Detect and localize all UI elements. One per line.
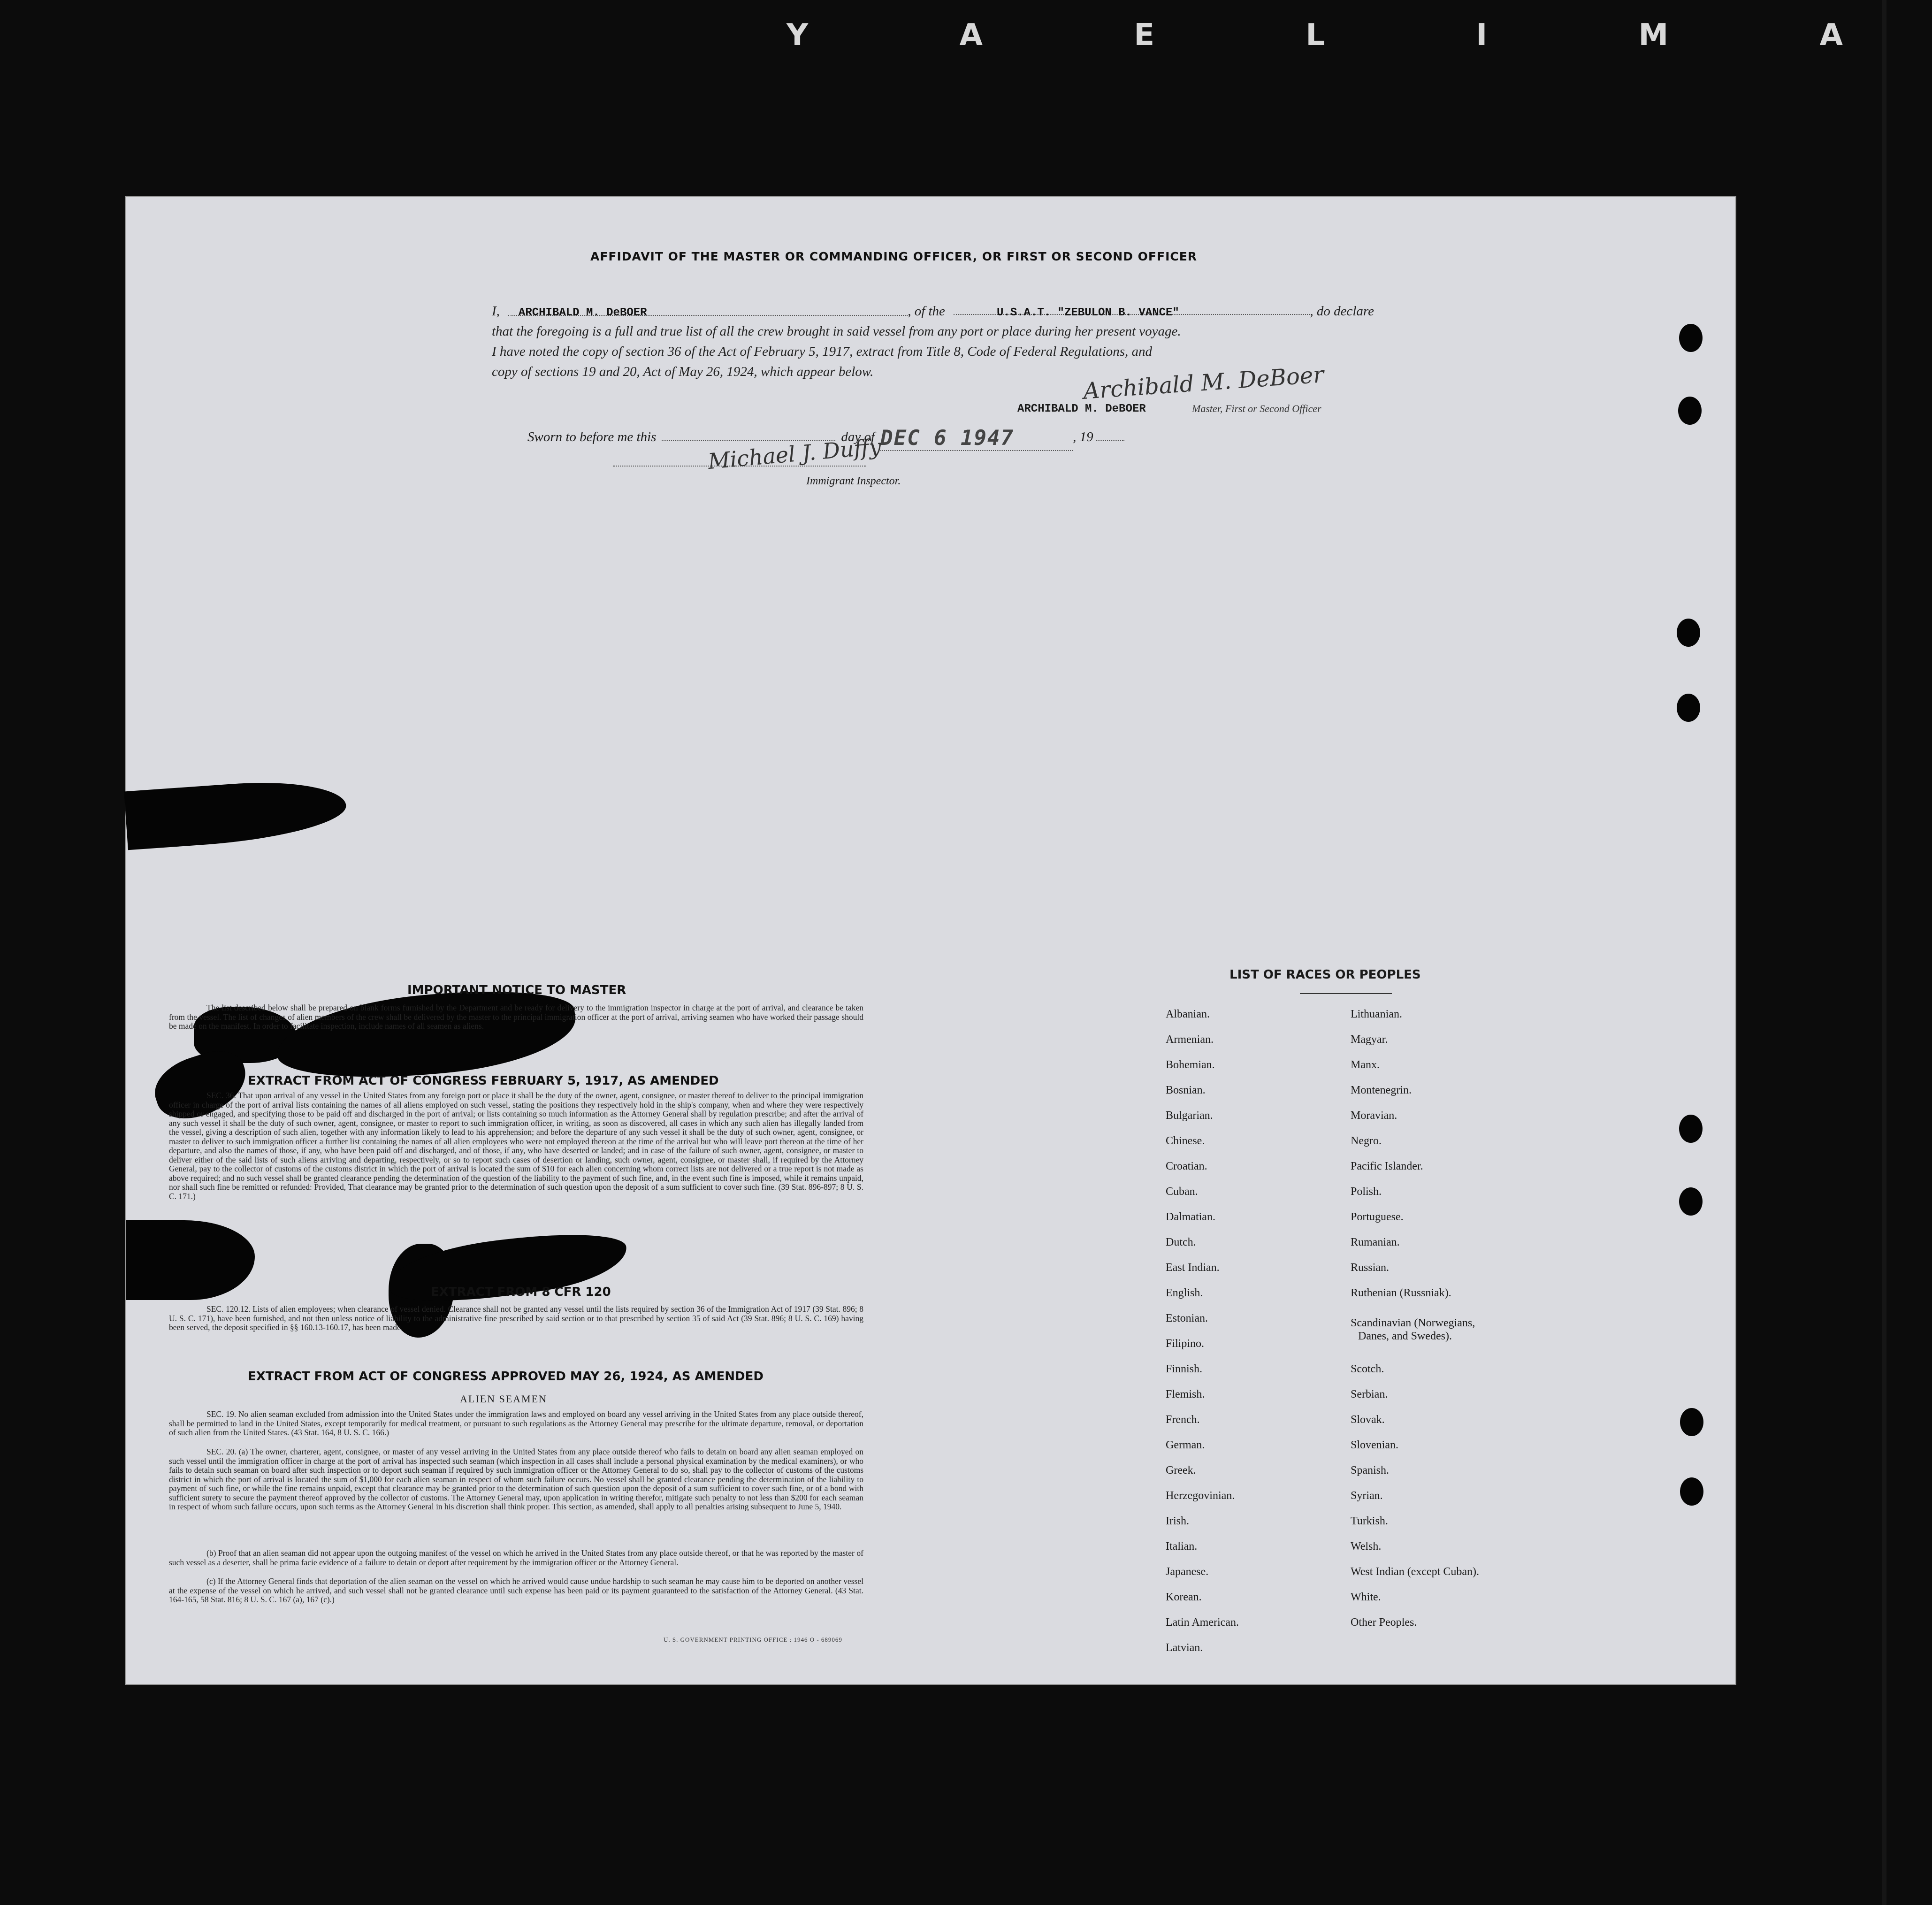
race-item: Lithuanian. [1351, 1008, 1402, 1020]
race-item: Japanese. [1166, 1566, 1209, 1578]
sworn-date-field: DEC 6 1947 [880, 426, 1073, 451]
inspector-label: Immigrant Inspector. [806, 475, 901, 487]
race-item: Chinese. [1166, 1135, 1205, 1147]
act-1917-text: SEC. 36. That upon arrival of any vessel… [169, 1091, 863, 1201]
notice-text: The list described below shall be prepar… [169, 1003, 863, 1031]
race-item: Other Peoples. [1351, 1616, 1417, 1629]
affidavit-line-2: that the foregoing is a full and true li… [492, 324, 1181, 339]
cfr-text: SEC. 120.12. Lists of alien employees; w… [169, 1304, 863, 1332]
race-item: Negro. [1351, 1135, 1382, 1147]
film-edge-letters: Y A E L I M A [786, 18, 1913, 53]
race-item: Manx. [1351, 1059, 1380, 1071]
race-item: Greek. [1166, 1464, 1196, 1477]
race-item: Dalmatian. [1166, 1211, 1215, 1223]
date-stamp: DEC 6 1947 [880, 426, 1015, 450]
master-name-field: ARCHIBALD M. DeBOER [508, 303, 908, 319]
race-item: Slovak. [1351, 1414, 1385, 1426]
film-edge: Y A E L I M A [0, 0, 1932, 61]
race-item: Herzegovinian. [1166, 1490, 1235, 1502]
race-item: Italian. [1166, 1540, 1198, 1553]
film-border [1882, 0, 1886, 1905]
race-item: Bulgarian. [1166, 1109, 1213, 1122]
race-item: Portuguese. [1351, 1211, 1404, 1223]
binder-hole [1677, 619, 1700, 647]
race-item: Moravian. [1351, 1109, 1397, 1122]
race-item: Flemish. [1166, 1388, 1205, 1400]
race-item: Danes, and Swedes). [1358, 1330, 1452, 1342]
act-1924-sec20a: SEC. 20. (a) The owner, charterer, agent… [169, 1447, 863, 1511]
race-item: Ruthenian (Russniak). [1351, 1287, 1451, 1299]
affidavit-of-the: , of the [908, 304, 945, 319]
race-item: Scotch. [1351, 1363, 1384, 1375]
affidavit-line-3: I have noted the copy of section 36 of t… [492, 344, 1153, 359]
sworn-label: Sworn to before me this [527, 429, 657, 444]
binder-hole [1679, 1115, 1703, 1143]
master-role-label: Master, First or Second Officer [1192, 403, 1321, 414]
race-item: Syrian. [1351, 1490, 1383, 1502]
race-item: Pacific Islander. [1351, 1160, 1423, 1172]
race-item: Latin American. [1166, 1616, 1239, 1629]
sworn-day-field [662, 428, 836, 441]
race-item: Rumanian. [1351, 1236, 1400, 1248]
race-item: French. [1166, 1414, 1200, 1426]
race-item: East Indian. [1166, 1262, 1220, 1274]
race-item: Albanian. [1166, 1008, 1210, 1020]
race-item: Polish. [1351, 1186, 1382, 1198]
affidavit-title: AFFIDAVIT OF THE MASTER OR COMMANDING OF… [590, 250, 1198, 263]
race-item: Slovenian. [1351, 1439, 1398, 1451]
binder-hole [1680, 1477, 1703, 1506]
race-item: English. [1166, 1287, 1203, 1299]
act-1924-sec19: SEC. 19. No alien seaman excluded from a… [169, 1409, 863, 1437]
race-item: Welsh. [1351, 1540, 1382, 1553]
race-item: Bosnian. [1166, 1084, 1206, 1096]
binder-hole [1677, 694, 1700, 722]
race-item: Dutch. [1166, 1236, 1196, 1248]
race-item: Magyar. [1351, 1033, 1388, 1046]
binder-hole [1680, 1408, 1703, 1436]
race-item: Cuban. [1166, 1186, 1198, 1198]
race-item: West Indian (except Cuban). [1351, 1566, 1479, 1578]
notice-title: IMPORTANT NOTICE TO MASTER [407, 983, 626, 997]
race-item: White. [1351, 1591, 1381, 1603]
race-item: Irish. [1166, 1515, 1189, 1527]
sworn-year-field [1096, 428, 1124, 441]
race-item: Serbian. [1351, 1388, 1388, 1400]
races-title-rule [1300, 993, 1392, 994]
sworn-year-prefix: , 19 [1073, 429, 1093, 444]
race-item: Estonian. [1166, 1312, 1208, 1324]
race-item: Spanish. [1351, 1464, 1390, 1477]
act-1924-sec20c: (c) If the Attorney General finds that d… [169, 1576, 863, 1604]
race-item: Armenian. [1166, 1033, 1214, 1046]
binder-hole [1679, 324, 1703, 352]
act-1924-subtitle: ALIEN SEAMEN [460, 1393, 547, 1405]
race-item: Finnish. [1166, 1363, 1203, 1375]
printing-office-line: U. S. GOVERNMENT PRINTING OFFICE : 1946 … [664, 1636, 842, 1643]
race-item: Croatian. [1166, 1160, 1207, 1172]
race-item: Bohemian. [1166, 1059, 1215, 1071]
binder-hole [1678, 397, 1702, 425]
affidavit-do-declare: , do declare [1310, 304, 1374, 319]
race-item: Montenegrin. [1351, 1084, 1412, 1096]
master-typed-name: ARCHIBALD M. DeBOER [1017, 403, 1146, 415]
race-item: Latvian. [1166, 1642, 1203, 1654]
race-item: Turkish. [1351, 1515, 1388, 1527]
race-item: German. [1166, 1439, 1205, 1451]
race-item: Korean. [1166, 1591, 1202, 1603]
act-1917-title: EXTRACT FROM ACT OF CONGRESS FEBRUARY 5,… [248, 1074, 719, 1088]
race-item: Filipino. [1166, 1338, 1205, 1350]
damage-blot [124, 776, 348, 850]
affidavit-intro: I, [492, 304, 500, 319]
vessel-name-field: U.S.A.T. "ZEBULON B. VANCE" [953, 303, 1310, 319]
damage-blot [126, 1220, 255, 1300]
race-item: Scandinavian (Norwegians, [1351, 1317, 1475, 1329]
races-title: LIST OF RACES OR PEOPLES [1229, 968, 1421, 982]
cfr-title: EXTRACT FROM 8 CFR 120 [431, 1285, 611, 1299]
binder-hole [1679, 1187, 1703, 1216]
race-item: Russian. [1351, 1262, 1390, 1274]
crew-list-document: AFFIDAVIT OF THE MASTER OR COMMANDING OF… [124, 197, 1735, 1684]
act-1924-title: EXTRACT FROM ACT OF CONGRESS APPROVED MA… [248, 1369, 764, 1384]
act-1924-sec20b: (b) Proof that an alien seaman did not a… [169, 1548, 863, 1567]
